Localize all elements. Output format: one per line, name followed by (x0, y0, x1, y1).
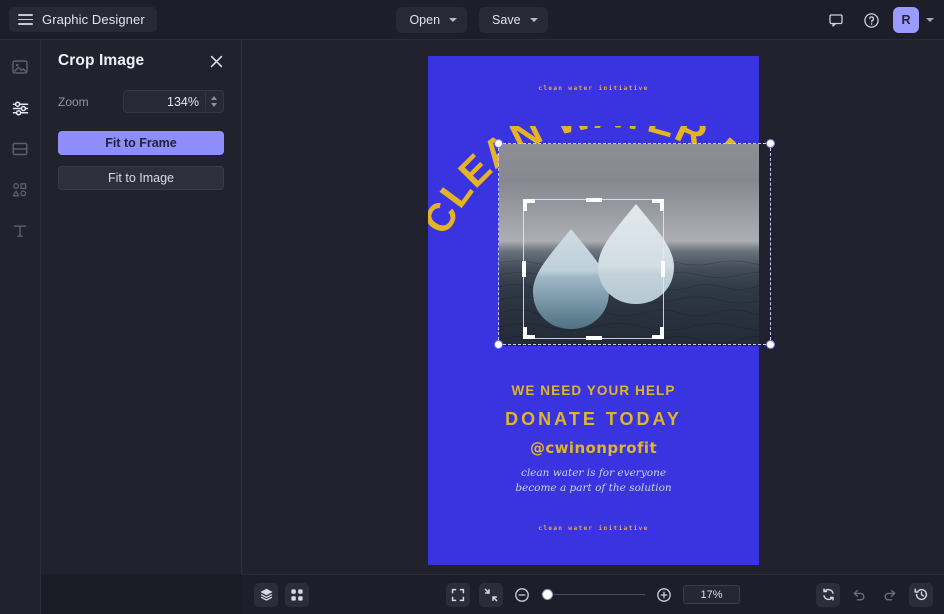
poster-script-text: clean water is for everyone become a par… (428, 466, 759, 496)
zoom-in-plus-icon (657, 587, 671, 602)
crop-handle-bottom-right-v[interactable] (660, 327, 664, 339)
comment-button[interactable] (823, 7, 849, 33)
crop-handle-top-center[interactable] (585, 198, 602, 202)
bottom-left-group (254, 582, 309, 607)
zoom-stepper[interactable] (205, 92, 222, 111)
grid-view-button[interactable] (285, 582, 309, 607)
panel-close-button[interactable] (209, 54, 224, 69)
rail-item-text-tool[interactable] (5, 216, 35, 246)
poster-script-line-2: become a part of the solution (515, 482, 672, 494)
crop-frame[interactable] (522, 198, 665, 340)
crop-image-panel: Crop Image Zoom 134% Fit to Frame Fit to… (41, 40, 242, 574)
poster-message-1: WE NEED YOUR HELP (511, 383, 676, 398)
top-right-actions: R (823, 0, 934, 40)
user-avatar[interactable]: R (893, 7, 919, 33)
panel-title: Crop Image (58, 52, 145, 69)
crop-handle-top-left-v[interactable] (523, 199, 527, 211)
avatar-chevron-down-icon[interactable] (926, 18, 934, 22)
save-menu-button[interactable]: Save (479, 7, 548, 33)
rail-item-shapes-tool[interactable] (5, 175, 35, 205)
crop-handle-bottom-center[interactable] (585, 336, 602, 340)
grid-icon (291, 588, 303, 601)
chevron-down-icon (529, 18, 538, 22)
fit-to-image-button[interactable]: Fit to Image (58, 166, 224, 190)
history-clock-icon (914, 588, 927, 601)
zoom-input[interactable]: 134% (123, 90, 224, 113)
open-menu-label: Open (409, 13, 441, 27)
hamburger-icon (18, 14, 33, 25)
app-root: Graphic Designer Open Save R Crop Image … (0, 0, 944, 614)
fit-contract-button[interactable] (479, 582, 503, 607)
expand-fullscreen-button[interactable] (446, 582, 470, 607)
layout-icon (12, 142, 28, 156)
crop-handle-top-right-v[interactable] (660, 199, 664, 211)
refresh-sync-icon (822, 588, 834, 601)
redo-button[interactable] (878, 583, 902, 607)
crop-handle-bottom-left-v[interactable] (523, 327, 527, 339)
zoom-slider[interactable] (541, 588, 645, 602)
crop-handle-middle-left[interactable] (522, 261, 526, 277)
top-toolbar: Graphic Designer (0, 0, 944, 40)
save-menu-label: Save (492, 13, 521, 27)
stepper-up-icon[interactable] (211, 96, 217, 100)
rail-item-image-tool[interactable] (5, 52, 35, 82)
zoom-slider-knob[interactable] (542, 589, 553, 600)
undo-arrow-icon (853, 589, 865, 600)
zoom-out-button[interactable] (512, 585, 532, 605)
zoom-control-row: Zoom 134% (58, 90, 224, 113)
image-icon (12, 60, 28, 74)
close-x-icon (210, 55, 223, 67)
undo-button[interactable] (847, 583, 871, 607)
contract-fit-icon (484, 588, 498, 601)
selection-handle-top-right[interactable] (766, 139, 775, 148)
canvas-stage[interactable]: clean water initiative CLEAN WATER MATTE… (242, 40, 944, 574)
zoom-level-input[interactable]: 17% (683, 585, 740, 604)
layers-button[interactable] (254, 582, 278, 607)
help-circle-icon (863, 12, 879, 28)
zoom-label: Zoom (58, 94, 89, 109)
sliders-icon (12, 100, 28, 116)
bottom-toolbar: 17% (242, 574, 944, 614)
stepper-down-icon[interactable] (211, 103, 217, 107)
rail-item-layout-tool[interactable] (5, 134, 35, 164)
zoom-slider-track (541, 593, 645, 596)
selection-handle-bottom-right[interactable] (766, 340, 775, 349)
fit-to-frame-button[interactable]: Fit to Frame (58, 131, 224, 155)
expand-fullscreen-icon (451, 588, 465, 601)
poster-kicker-bottom: clean water initiative (538, 525, 649, 532)
help-button[interactable] (858, 7, 884, 33)
tool-rail (0, 40, 41, 614)
refresh-button[interactable] (816, 582, 840, 607)
comment-icon (829, 14, 843, 27)
poster-kicker-top: clean water initiative (538, 85, 649, 92)
bottom-right-group (816, 582, 933, 607)
app-title: Graphic Designer (42, 12, 145, 27)
zoom-out-minus-icon (515, 587, 529, 602)
redo-arrow-icon (884, 589, 896, 600)
layers-icon (259, 588, 273, 601)
app-menu-button[interactable]: Graphic Designer (9, 7, 157, 32)
chevron-down-icon (449, 18, 458, 22)
open-menu-button[interactable]: Open (396, 7, 468, 33)
shapes-icon (12, 183, 27, 197)
poster-handle: @cwinonprofit (529, 439, 658, 457)
poster-script-line-1: clean water is for everyone (520, 467, 667, 479)
history-button[interactable] (909, 582, 933, 607)
poster-message-2: DONATE TODAY (505, 409, 682, 429)
rail-item-adjustments-tool[interactable] (5, 93, 35, 123)
crop-handle-middle-right[interactable] (661, 261, 665, 277)
zoom-in-button[interactable] (654, 585, 674, 605)
panel-header: Crop Image (58, 52, 224, 70)
text-t-icon (13, 225, 27, 237)
